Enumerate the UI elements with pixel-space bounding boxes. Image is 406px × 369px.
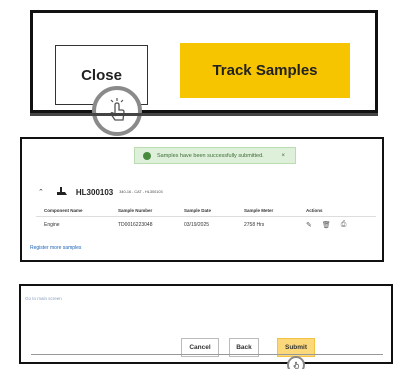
edit-icon[interactable]: ✎: [306, 221, 312, 229]
toast-message: Samples have been successfully submitted…: [157, 152, 264, 159]
divider: [30, 113, 378, 116]
go-to-main-link[interactable]: Go to main screen: [25, 296, 62, 301]
register-more-link[interactable]: Register more samples: [30, 245, 81, 251]
equipment-icon: [56, 186, 68, 198]
collapse-chevron-icon[interactable]: ⌃: [38, 188, 44, 196]
tap-hand-icon: [92, 86, 142, 136]
divider: [31, 354, 383, 355]
success-toast: Samples have been successfully submitted…: [134, 147, 296, 164]
close-track-panel: Close Track Samples: [30, 10, 378, 136]
delete-icon[interactable]: 🗑: [322, 221, 331, 229]
equipment-header: ⌃ HL300103 340-16 - CAT - HL300103: [38, 186, 163, 198]
tap-hand-icon: [287, 356, 305, 369]
table-row: Engine TD0016223048 03/19/2025 2758 Hrs …: [36, 217, 376, 233]
track-samples-button[interactable]: Track Samples: [180, 43, 350, 98]
col-sample-number: Sample Number: [118, 208, 153, 213]
table-header: Component Name Sample Number Sample Date…: [36, 205, 376, 217]
samples-table: Component Name Sample Number Sample Date…: [36, 205, 376, 233]
col-component: Component Name: [44, 208, 83, 213]
serial-number: HL300103: [75, 187, 114, 197]
cell-component: Engine: [44, 222, 60, 228]
toast-close-icon[interactable]: ×: [281, 153, 285, 159]
cell-sample-number: TD0016223048: [118, 222, 153, 228]
cell-sample-date: 03/19/2025: [184, 222, 210, 228]
cell-sample-meter: 2758 Hrs: [244, 222, 265, 228]
print-icon[interactable]: ⎙: [341, 221, 347, 229]
row-actions: ✎ 🗑 ⎙: [306, 221, 376, 229]
col-sample-date: Sample Date: [184, 208, 212, 213]
submit-panel: Go to main screen Cancel Back Submit: [19, 284, 393, 369]
results-panel: Samples have been successfully submitted…: [20, 137, 384, 262]
col-sample-meter: Sample Meter: [244, 208, 274, 213]
col-actions: Actions: [306, 208, 323, 213]
check-icon: [143, 151, 151, 160]
serial-meta: 340-16 - CAT - HL300103: [119, 190, 163, 194]
